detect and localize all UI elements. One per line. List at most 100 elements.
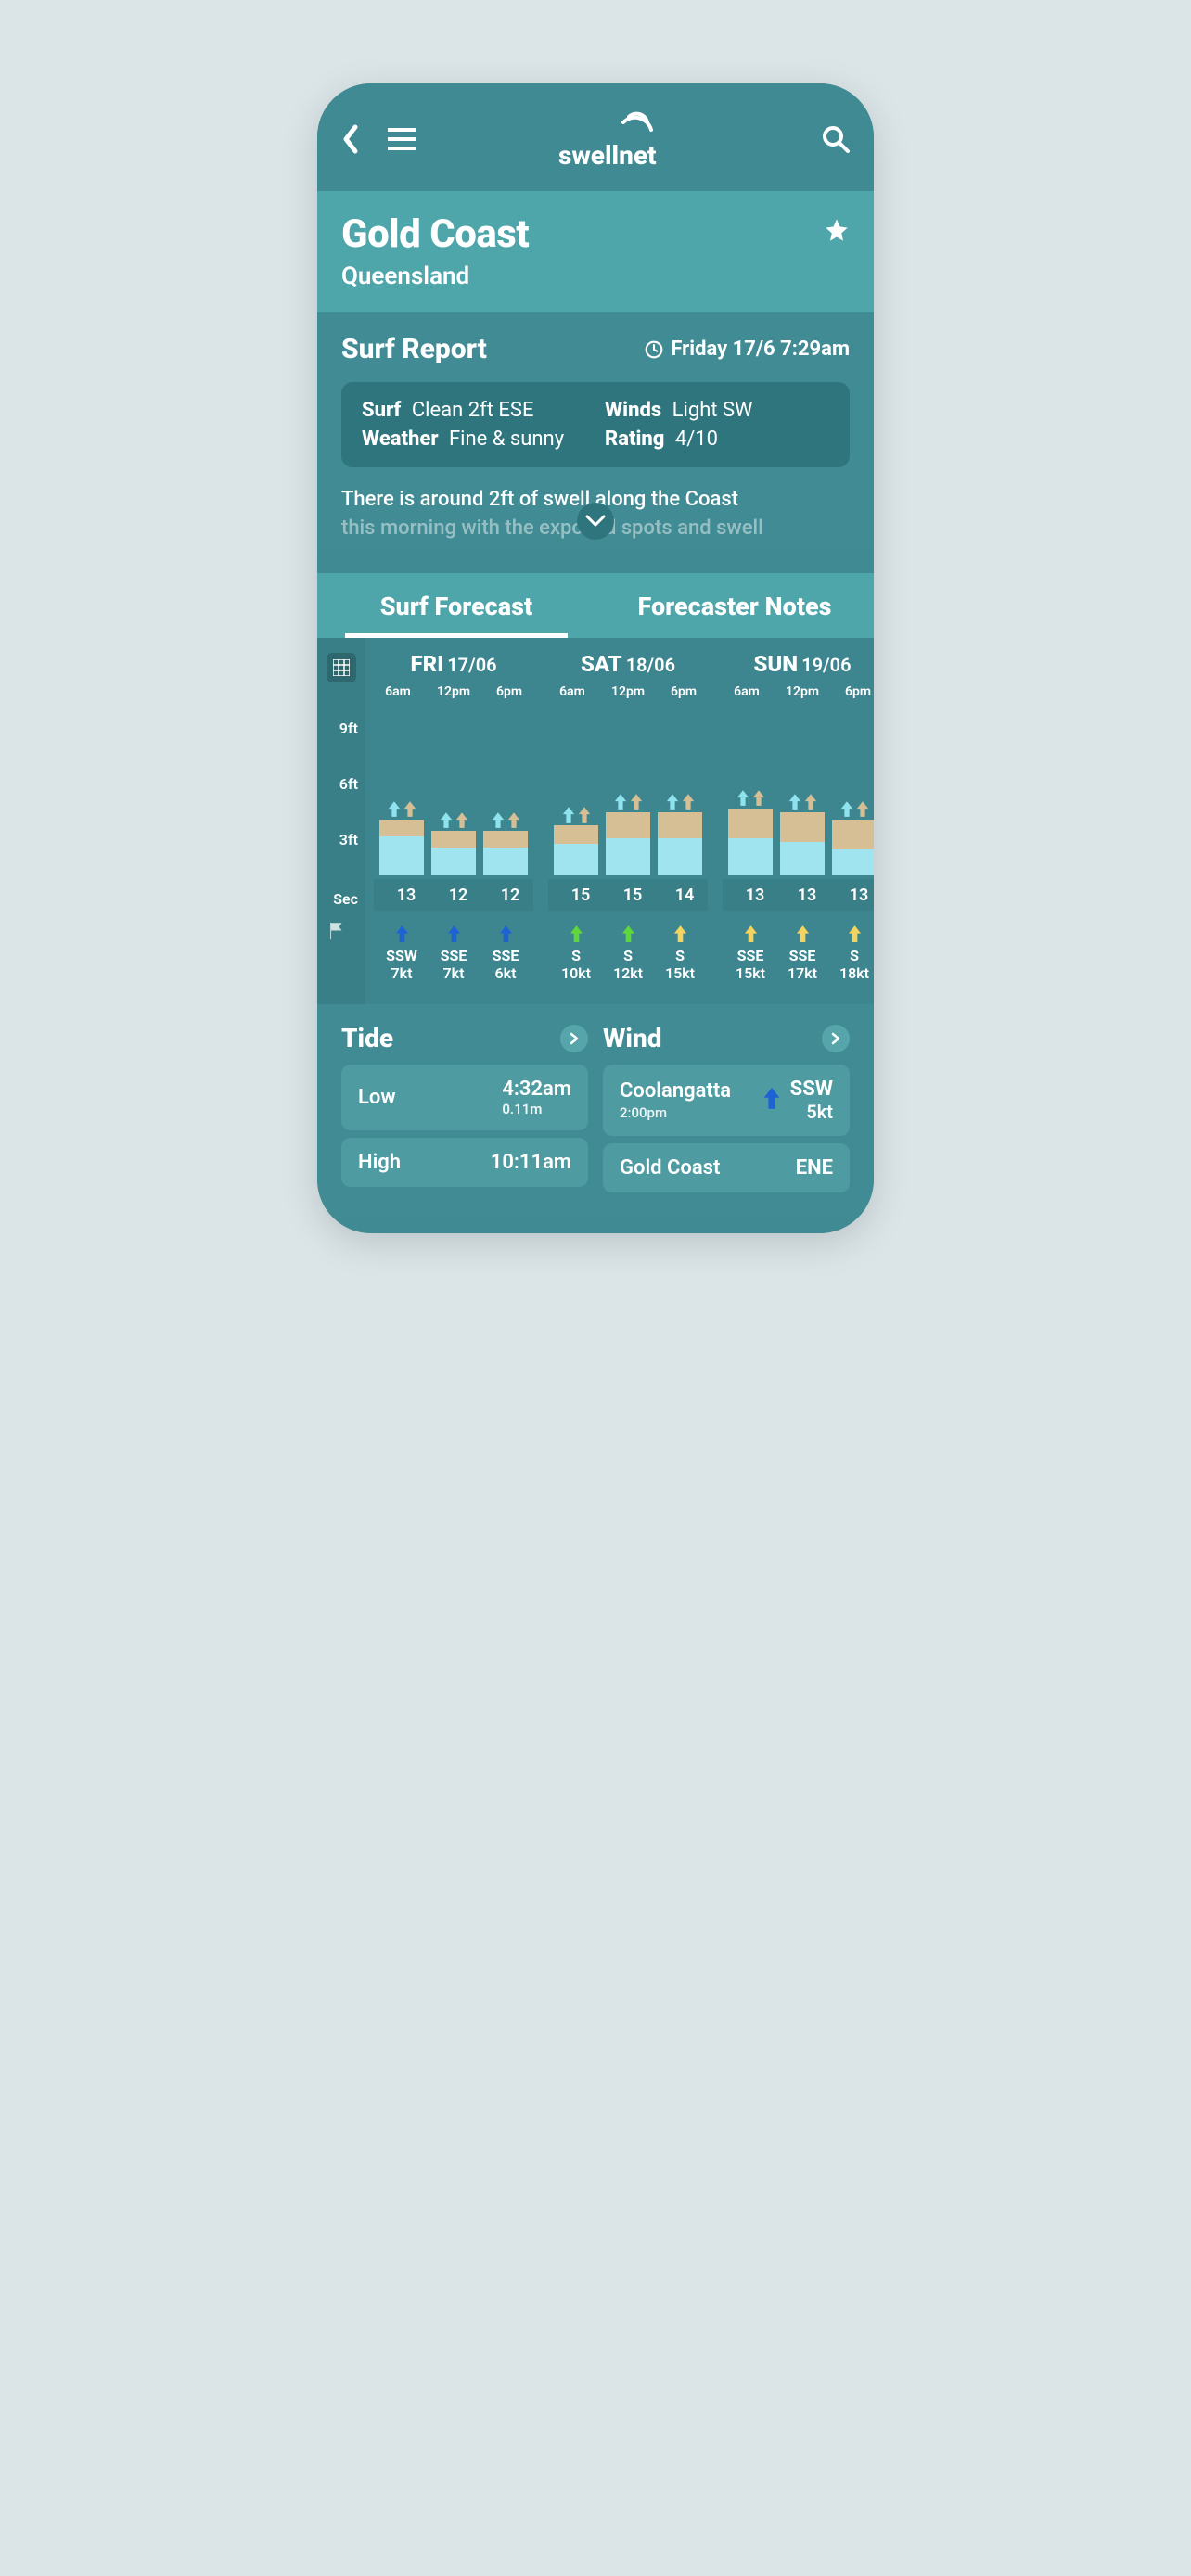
tab-forecaster-notes[interactable]: Forecaster Notes xyxy=(596,573,874,638)
swell-arrows-icon xyxy=(492,812,520,829)
swell-arrows-icon xyxy=(388,801,416,818)
menu-icon[interactable] xyxy=(388,128,416,154)
period-value: 13 xyxy=(732,886,778,905)
forecast-bar xyxy=(727,790,774,875)
swell-arrows-icon xyxy=(440,812,468,829)
wind-speed: 10kt xyxy=(553,964,599,982)
clock-icon xyxy=(645,340,663,359)
wind-speed: 7kt xyxy=(378,964,425,982)
wind-cell: SSE6kt xyxy=(482,925,529,982)
forecast-bar xyxy=(553,807,599,875)
wind-arrow-icon xyxy=(605,925,651,943)
app-logo: swellnet xyxy=(558,111,679,171)
wind-title: Wind xyxy=(603,1023,661,1053)
app-screen: swellnet Gold Coast Queensland Surf Repo… xyxy=(317,83,874,1233)
expand-report-button[interactable] xyxy=(577,503,614,540)
tide-meters: 0.11m xyxy=(502,1101,542,1117)
swell-arrows-icon xyxy=(614,794,643,810)
wind-direction: SSE xyxy=(779,947,826,964)
period-value: 15 xyxy=(609,886,656,905)
forecast-bar xyxy=(779,794,826,875)
period-value: 13 xyxy=(836,886,874,905)
tide-row[interactable]: High 10:11am xyxy=(341,1138,588,1187)
wind-speed: 7kt xyxy=(430,964,477,982)
wind-arrow-icon xyxy=(657,925,703,943)
wind-cell: SSE17kt xyxy=(779,925,826,982)
wind-direction: S xyxy=(657,947,703,964)
swell-arrows-icon xyxy=(788,794,817,810)
day-times: 6am12pm6pm xyxy=(549,684,707,699)
wind-speed: 15kt xyxy=(727,964,774,982)
wind-speed: 12kt xyxy=(605,964,651,982)
forecast-day: SUN19/06 6am12pm6pm 13 13 13 SSE 15kt SSE17kt S1… xyxy=(724,651,874,991)
wind-arrow-icon xyxy=(727,925,774,943)
day-date: 18/06 xyxy=(626,654,675,676)
location-region: Queensland xyxy=(341,262,529,290)
wind-station-speed: 5kt xyxy=(790,1101,833,1123)
favorite-star-icon[interactable] xyxy=(824,217,850,247)
period-value: 13 xyxy=(784,886,830,905)
grid-view-icon[interactable] xyxy=(327,653,356,682)
day-times: 6am12pm6pm xyxy=(724,684,874,699)
swell-arrows-icon xyxy=(562,807,591,823)
wind-cell: S12kt xyxy=(605,925,651,982)
forecast-tabs: Surf Forecast Forecaster Notes xyxy=(317,573,874,638)
surf-report-section: Surf Report Friday 17/6 7:29am Surf Clea… xyxy=(317,312,874,551)
wind-station-row[interactable]: Coolangatta2:00pmSSW5kt xyxy=(603,1065,850,1136)
wind-cell: S15kt xyxy=(657,925,703,982)
forecast-day: SAT18/066am12pm6pm151514S10ktS12ktS15kt xyxy=(549,651,707,991)
day-name: SUN xyxy=(754,651,799,677)
forecast-bar xyxy=(378,801,425,875)
flag-icon xyxy=(327,921,347,945)
detail-cards-row: Tide Low4:32am0.11m High 10:11am Wind Cool… xyxy=(317,1004,874,1218)
tide-more-button[interactable] xyxy=(560,1025,588,1052)
swell-arrows-icon xyxy=(736,790,765,807)
wind-arrow-icon xyxy=(553,925,599,943)
wind-row: SSW7ktSSE7ktSSE6kt xyxy=(378,914,529,991)
forecast-bar xyxy=(657,794,703,875)
wind-arrow-icon xyxy=(762,1088,781,1114)
y-label-3ft: 3ft xyxy=(317,831,364,848)
forecast-bar xyxy=(831,801,874,875)
wind-speed: 17kt xyxy=(779,964,826,982)
wind-more-button[interactable] xyxy=(822,1025,850,1052)
wind-arrow-icon xyxy=(430,925,477,943)
period-value: 12 xyxy=(435,886,481,905)
forecast-bars xyxy=(378,708,529,875)
period-row: 15 15 14 xyxy=(548,879,708,911)
period-value: 14 xyxy=(661,886,708,905)
wind-station-dir: ENE xyxy=(796,1156,833,1180)
wind-cell: SSE7kt xyxy=(430,925,477,982)
tide-time: 10:11am xyxy=(491,1151,571,1174)
tide-label: High xyxy=(358,1151,401,1174)
day-name: FRI xyxy=(410,651,443,677)
period-value: 12 xyxy=(487,886,533,905)
wind-cell: S10kt xyxy=(553,925,599,982)
wind-station-row[interactable]: Gold Coast ENE xyxy=(603,1143,850,1192)
period-value: 15 xyxy=(557,886,604,905)
wind-direction: SSW xyxy=(378,947,425,964)
tab-surf-forecast[interactable]: Surf Forecast xyxy=(317,573,596,638)
day-date: 19/06 xyxy=(801,654,851,676)
wind-direction: S xyxy=(553,947,599,964)
report-timestamp: Friday 17/6 7:29am xyxy=(645,338,850,361)
wind-speed: 6kt xyxy=(482,964,529,982)
forecast-bars xyxy=(727,708,874,875)
tide-title: Tide xyxy=(341,1023,393,1053)
period-row: 131212 xyxy=(374,879,533,911)
wind-station-name: Gold Coast xyxy=(620,1156,720,1180)
y-label-9ft: 9ft xyxy=(317,720,364,737)
forecast-day: FRI17/066am12pm6pm131212SSW7ktSSE7ktSSE6… xyxy=(375,651,532,991)
wind-direction: SSE xyxy=(430,947,477,964)
back-icon[interactable] xyxy=(341,124,360,158)
wind-direction: S xyxy=(831,947,874,964)
forecast-panel[interactable]: 9ft 6ft 3ft Sec FRI17/066am12pm6pm131212… xyxy=(317,638,874,1004)
surf-report-title: Surf Report xyxy=(341,333,487,365)
swell-arrows-icon xyxy=(840,801,869,818)
tide-row[interactable]: Low4:32am0.11m xyxy=(341,1065,588,1130)
day-times: 6am12pm6pm xyxy=(375,684,532,699)
wind-arrow-icon xyxy=(378,925,425,943)
forecast-bar xyxy=(605,794,651,875)
wind-station-name: Coolangatta xyxy=(620,1079,731,1103)
search-icon[interactable] xyxy=(822,125,850,157)
